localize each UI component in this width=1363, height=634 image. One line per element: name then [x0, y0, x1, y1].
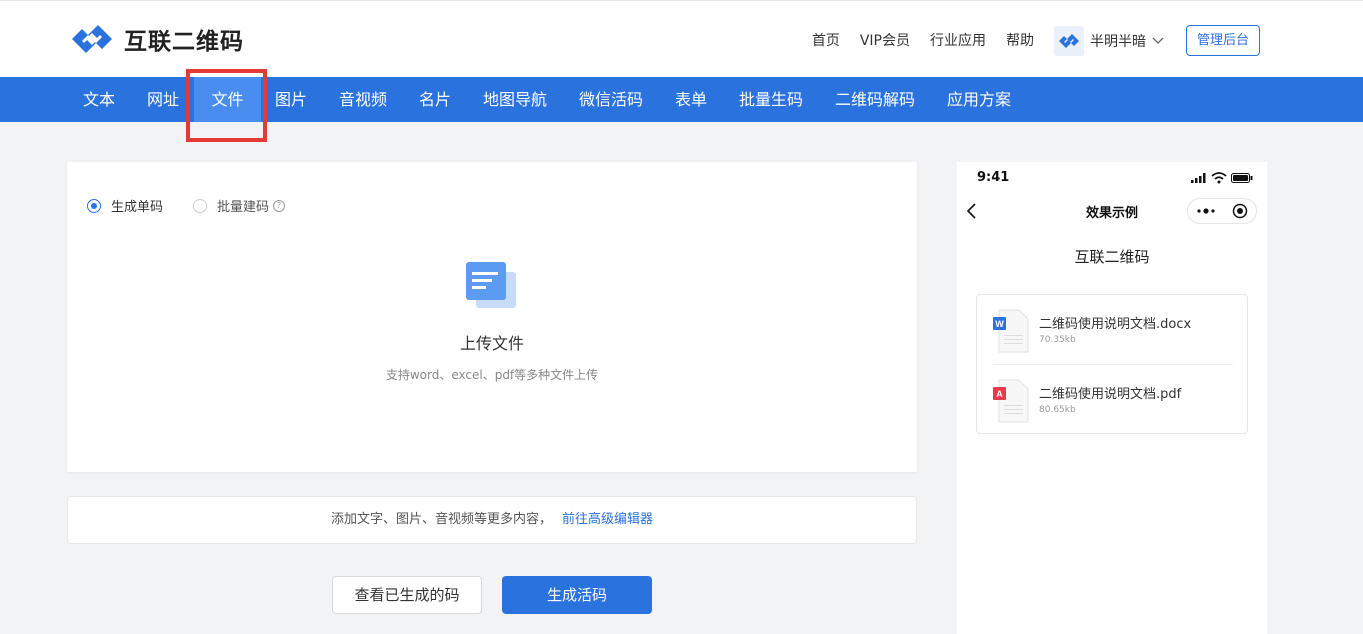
advanced-editor-bar: 添加文字、图片、音视频等更多内容， 前往高级编辑器	[67, 496, 917, 544]
nav-tab-audio-video[interactable]: 音视频	[339, 77, 387, 122]
top-link-industry[interactable]: 行业应用	[930, 26, 986, 56]
view-generated-button[interactable]: 查看已生成的码	[332, 576, 482, 614]
battery-icon	[1231, 173, 1253, 183]
phone-header: 效果示例	[957, 196, 1267, 226]
upload-hint: 支持word、excel、pdf等多种文件上传	[385, 368, 599, 382]
logo-icon	[72, 25, 112, 53]
top-nav: 首页 VIP会员 行业应用 帮助 半明半暗 管理后台	[812, 25, 1260, 56]
mini-program-capsule[interactable]	[1187, 198, 1257, 224]
user-menu[interactable]: 半明半暗	[1053, 25, 1164, 56]
top-link-vip[interactable]: VIP会员	[860, 26, 910, 56]
top-link-home[interactable]: 首页	[812, 26, 840, 56]
word-badge: W	[995, 319, 1004, 329]
file-divider	[993, 364, 1233, 365]
nav-tab-image[interactable]: 图片	[275, 77, 307, 122]
chevron-down-icon[interactable]	[1152, 37, 1164, 45]
nav-tab-batch[interactable]: 批量生码	[739, 77, 803, 122]
upload-title: 上传文件	[459, 334, 524, 353]
nav-tab-map[interactable]: 地图导航	[483, 77, 547, 122]
file-item[interactable]: A 二维码使用说明文档.pdf 80.65kb	[993, 379, 1233, 435]
file-size: 80.65kb	[1039, 405, 1076, 415]
generate-code-button[interactable]: 生成活码	[502, 576, 652, 614]
file-name: 二维码使用说明文档.docx	[1039, 317, 1192, 332]
nav-tab-business-card[interactable]: 名片	[419, 77, 451, 122]
upload-area[interactable]: 上传文件 支持word、excel、pdf等多种文件上传	[67, 258, 917, 383]
more-icon[interactable]	[1196, 208, 1216, 214]
nav-tab-decode[interactable]: 二维码解码	[835, 77, 915, 122]
editor-hint-text: 添加文字、图片、音视频等更多内容，	[330, 512, 552, 527]
nav-tab-url[interactable]: 网址	[147, 77, 179, 122]
signal-icon	[1191, 173, 1206, 183]
avatar[interactable]	[1053, 25, 1084, 56]
file-name: 二维码使用说明文档.pdf	[1039, 387, 1182, 402]
logo[interactable]: 互联二维码	[68, 21, 244, 57]
highlight-box	[186, 69, 267, 142]
admin-button[interactable]: 管理后台	[1185, 25, 1260, 56]
user-name[interactable]: 半明半暗	[1090, 31, 1146, 51]
status-time: 9:41	[977, 170, 1010, 185]
logo-text: 互联二维码	[124, 29, 244, 55]
word-document-icon: W	[993, 309, 1029, 353]
upload-card: 生成单码 批量建码 ? 上传文件 支持word、excel、pdf等多种文件上传	[67, 162, 917, 472]
nav-tab-text[interactable]: 文本	[83, 77, 115, 122]
radio-single[interactable]	[87, 198, 101, 213]
file-item[interactable]: W 二维码使用说明文档.docx 70.35kb	[993, 309, 1233, 365]
pdf-badge: A	[996, 389, 1003, 399]
status-icons	[1191, 172, 1253, 184]
radio-batch[interactable]	[193, 198, 208, 213]
preview-brand: 互联二维码	[1074, 248, 1150, 266]
pdf-document-icon: A	[993, 379, 1029, 423]
top-header: 互联二维码 首页 VIP会员 行业应用 帮助 半明半暗 管理后台	[0, 0, 1363, 77]
close-target-icon[interactable]	[1232, 203, 1248, 219]
phone-preview: 9:41 效果示例 互联二维码 W 二维码使用说明文档.docx 70.35kb…	[957, 162, 1267, 634]
file-size: 70.35kb	[1039, 335, 1076, 345]
nav-tab-form[interactable]: 表单	[675, 77, 707, 122]
radio-batch-label[interactable]: 批量建码	[217, 196, 269, 215]
file-list: W 二维码使用说明文档.docx 70.35kb A 二维码使用说明文档.pdf…	[976, 294, 1248, 434]
nav-tab-wechat-code[interactable]: 微信活码	[579, 77, 643, 122]
wifi-icon	[1211, 172, 1227, 184]
nav-tab-solutions[interactable]: 应用方案	[947, 77, 1011, 122]
top-link-help[interactable]: 帮助	[1006, 26, 1034, 56]
mode-radio-group: 生成单码 批量建码 ?	[87, 196, 286, 215]
advanced-editor-link[interactable]: 前往高级编辑器	[562, 512, 653, 527]
help-icon[interactable]: ?	[273, 199, 286, 212]
avatar-logo-icon	[1058, 33, 1079, 48]
radio-single-label[interactable]: 生成单码	[111, 196, 163, 215]
folder-file-icon	[466, 262, 516, 308]
